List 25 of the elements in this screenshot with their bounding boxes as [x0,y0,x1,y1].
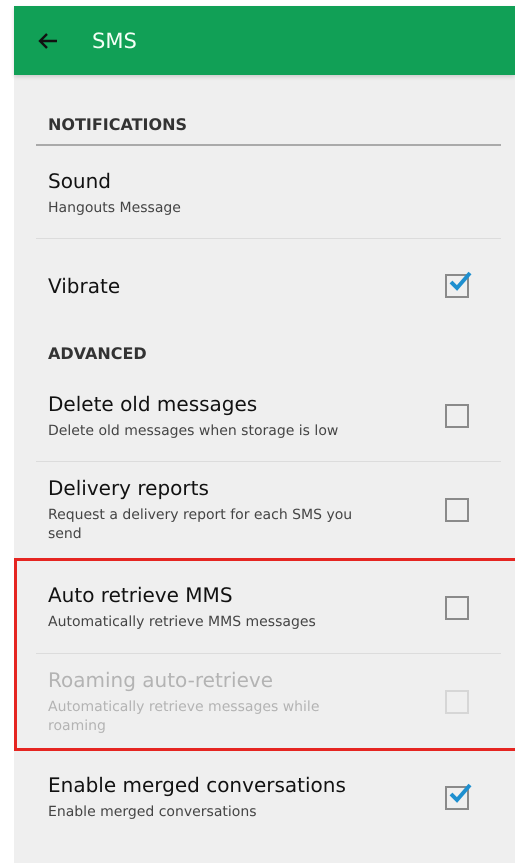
setting-row[interactable]: Sound Hangouts Message [36,146,501,238]
setting-title: Vibrate [48,274,122,298]
screen-title: SMS [92,28,137,52]
setting-title: Sound [48,168,112,193]
setting-row[interactable]: Vibrate [36,238,501,330]
setting-title: Delivery reports [48,476,210,500]
setting-row[interactable]: Delete old messages Delete old messages when storage is low [36,369,501,461]
checkbox[interactable] [445,274,469,298]
setting-row[interactable]: Enable merged conversations Enable merged conversations [36,750,501,843]
setting-summary: Hangouts Message [48,198,182,218]
setting-title: Enable merged conversations [48,773,347,798]
section-header: ADVANCED [48,344,147,363]
setting-summary: Request a delivery report for each SMS you send [48,506,354,544]
setting-summary: Delete old messages when storage is low [48,422,340,440]
setting-row[interactable]: Delivery reports Request a delivery report for each SMS you send [36,461,501,556]
checkbox[interactable] [445,404,469,428]
setting-summary: Enable merged conversations [48,803,258,822]
checkbox[interactable] [445,498,469,522]
setting-summary: Automatically retrieve MMS messages [48,613,317,632]
setting-title: Delete old messages [48,392,258,416]
checkbox[interactable] [445,786,469,810]
section-header: NOTIFICATIONS [48,115,188,134]
setting-summary: Automatically retrieve messages while roaming [48,698,320,736]
setting-title: Roaming auto-retrieve [48,668,274,692]
setting-title: Auto retrieve MMS [48,583,234,608]
